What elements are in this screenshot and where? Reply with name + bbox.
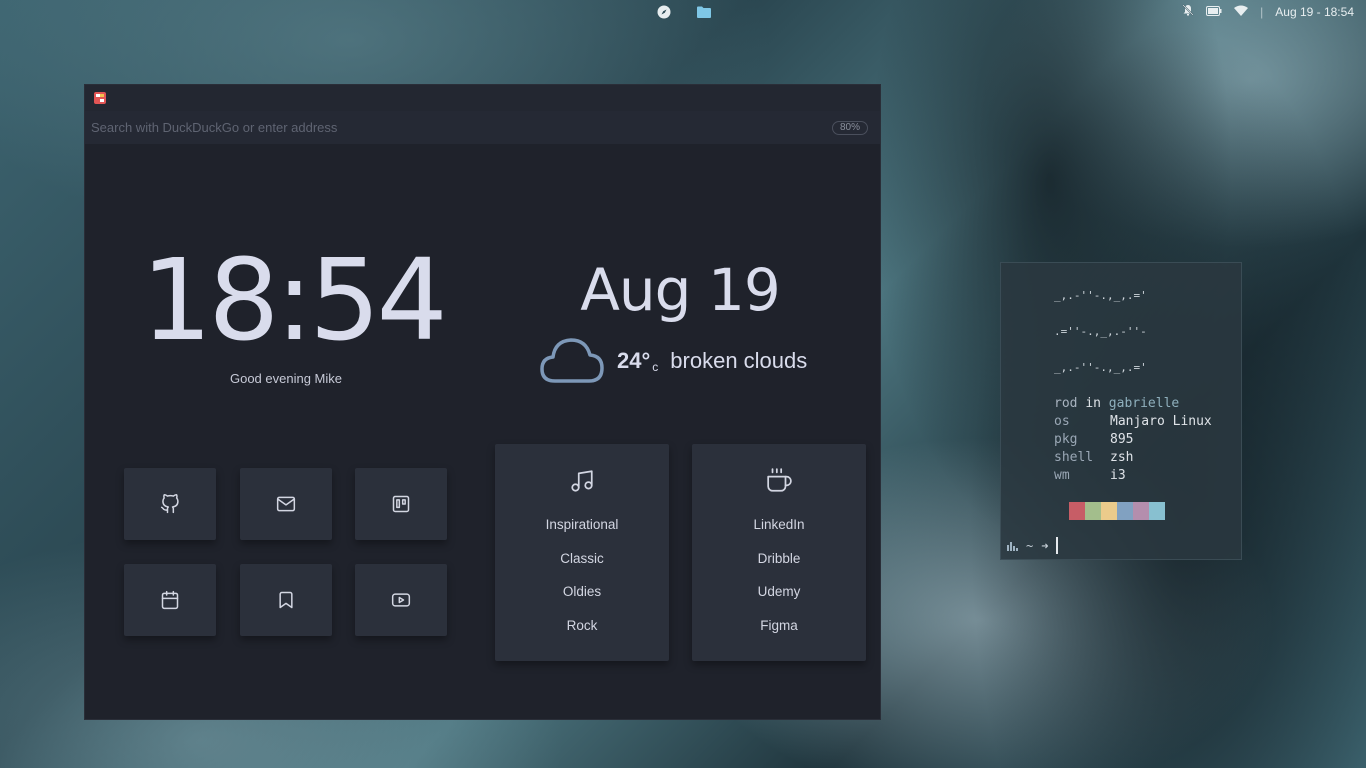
- work-link[interactable]: Udemy: [692, 581, 866, 615]
- music-links-panel: Inspirational Classic Oldies Rock: [495, 444, 669, 661]
- terminal-window[interactable]: _,.-''-.,_,.=' .=''-.,_,.-''- _,.-''-.,_…: [1000, 262, 1242, 560]
- music-link[interactable]: Rock: [495, 615, 669, 649]
- topbar-separator: |: [1260, 4, 1264, 19]
- calendar-icon: [161, 590, 179, 610]
- music-link[interactable]: Oldies: [495, 581, 669, 615]
- trello-icon: [392, 495, 410, 513]
- info-row: shell zsh: [1054, 449, 1212, 467]
- palette-swatch: [1117, 502, 1133, 520]
- palette-swatch: [1101, 502, 1117, 520]
- prompt-arrow: ➜: [1041, 538, 1049, 553]
- palette-swatch: [1133, 502, 1149, 520]
- shortcut-bookmark[interactable]: [240, 564, 332, 636]
- info-row: pkg 895: [1054, 431, 1212, 449]
- notifications-off-icon[interactable]: [1182, 4, 1194, 19]
- info-row: wm i3: [1054, 467, 1212, 485]
- ascii-art-line: .=''-.,_,.-''-: [1054, 325, 1147, 338]
- compass-icon[interactable]: [656, 4, 672, 20]
- battery-icon[interactable]: [1206, 5, 1222, 19]
- info-value: i3: [1110, 468, 1126, 483]
- bar-chart-icon: [1007, 541, 1018, 551]
- info-key: shell: [1054, 450, 1094, 465]
- shortcut-youtube[interactable]: [355, 564, 447, 636]
- shortcut-calendar[interactable]: [124, 564, 216, 636]
- date: Aug 19: [580, 256, 781, 324]
- username: rod: [1054, 396, 1078, 411]
- text-cursor: [1056, 537, 1059, 554]
- youtube-icon: [391, 593, 411, 607]
- ascii-art-line: _,.-''-.,_,.=': [1054, 289, 1147, 302]
- clock: 18:54: [141, 236, 448, 366]
- info-key: os: [1054, 414, 1070, 429]
- prompt-dir: ~: [1026, 538, 1034, 553]
- topbar-status-area: | Aug 19 - 18:54: [1182, 4, 1354, 19]
- info-value: 895: [1110, 432, 1134, 447]
- info-value: Manjaro Linux: [1110, 414, 1212, 429]
- palette-swatch: [1085, 502, 1101, 520]
- shortcut-trello[interactable]: [355, 468, 447, 540]
- temperature-unit: c: [652, 360, 659, 374]
- mail-icon: [276, 496, 296, 512]
- work-link[interactable]: Dribble: [692, 548, 866, 582]
- github-icon: [160, 494, 179, 514]
- info-key: wm: [1054, 468, 1070, 483]
- music-links: Inspirational Classic Oldies Rock: [495, 514, 669, 648]
- system-info: rod in gabrielle os Manjaro Linux pkg 89…: [1054, 395, 1212, 485]
- hostname: gabrielle: [1108, 396, 1180, 411]
- wifi-icon[interactable]: [1234, 5, 1249, 19]
- browser-window: 80% 18:54 Good evening Mike Aug 19 24° c…: [84, 84, 881, 720]
- folder-icon[interactable]: [696, 4, 712, 20]
- topbar-center-icons: [656, 4, 712, 20]
- info-row: os Manjaro Linux: [1054, 413, 1212, 431]
- shortcut-github[interactable]: [124, 468, 216, 540]
- weather-widget: 24° c broken clouds: [539, 335, 807, 387]
- address-input[interactable]: [91, 120, 691, 135]
- work-links: LinkedIn Dribble Udemy Figma: [692, 514, 866, 648]
- browser-favicon[interactable]: [94, 91, 106, 104]
- shell-prompt[interactable]: ~ ➜: [1007, 537, 1059, 554]
- coffee-icon: [767, 468, 792, 492]
- color-palette: [1069, 502, 1165, 520]
- info-key: pkg: [1054, 432, 1078, 447]
- work-link[interactable]: Figma: [692, 615, 866, 649]
- work-links-panel: LinkedIn Dribble Udemy Figma: [692, 444, 866, 661]
- shortcut-mail[interactable]: [240, 468, 332, 540]
- greeting: Good evening Mike: [229, 371, 342, 386]
- palette-swatch: [1149, 502, 1165, 520]
- info-value: zsh: [1110, 450, 1134, 465]
- music-link[interactable]: Inspirational: [495, 514, 669, 548]
- url-bar: 80%: [85, 111, 880, 144]
- in-word: in: [1085, 396, 1101, 411]
- bookmark-icon: [279, 591, 293, 609]
- music-icon: [571, 470, 593, 492]
- browser-tab-bar: [85, 85, 880, 111]
- palette-swatch: [1069, 502, 1085, 520]
- cloud-icon: [540, 338, 604, 383]
- ascii-art-line: _,.-''-.,_,.=': [1054, 361, 1147, 374]
- music-link[interactable]: Classic: [495, 548, 669, 582]
- temperature: 24°: [617, 348, 651, 373]
- work-link[interactable]: LinkedIn: [692, 514, 866, 548]
- user-host-row: rod in gabrielle: [1054, 395, 1212, 413]
- datetime[interactable]: Aug 19 - 18:54: [1275, 5, 1354, 19]
- top-bar: | Aug 19 - 18:54: [0, 0, 1366, 24]
- weather-description: broken clouds: [670, 348, 808, 373]
- zoom-level-badge[interactable]: 80%: [831, 121, 868, 135]
